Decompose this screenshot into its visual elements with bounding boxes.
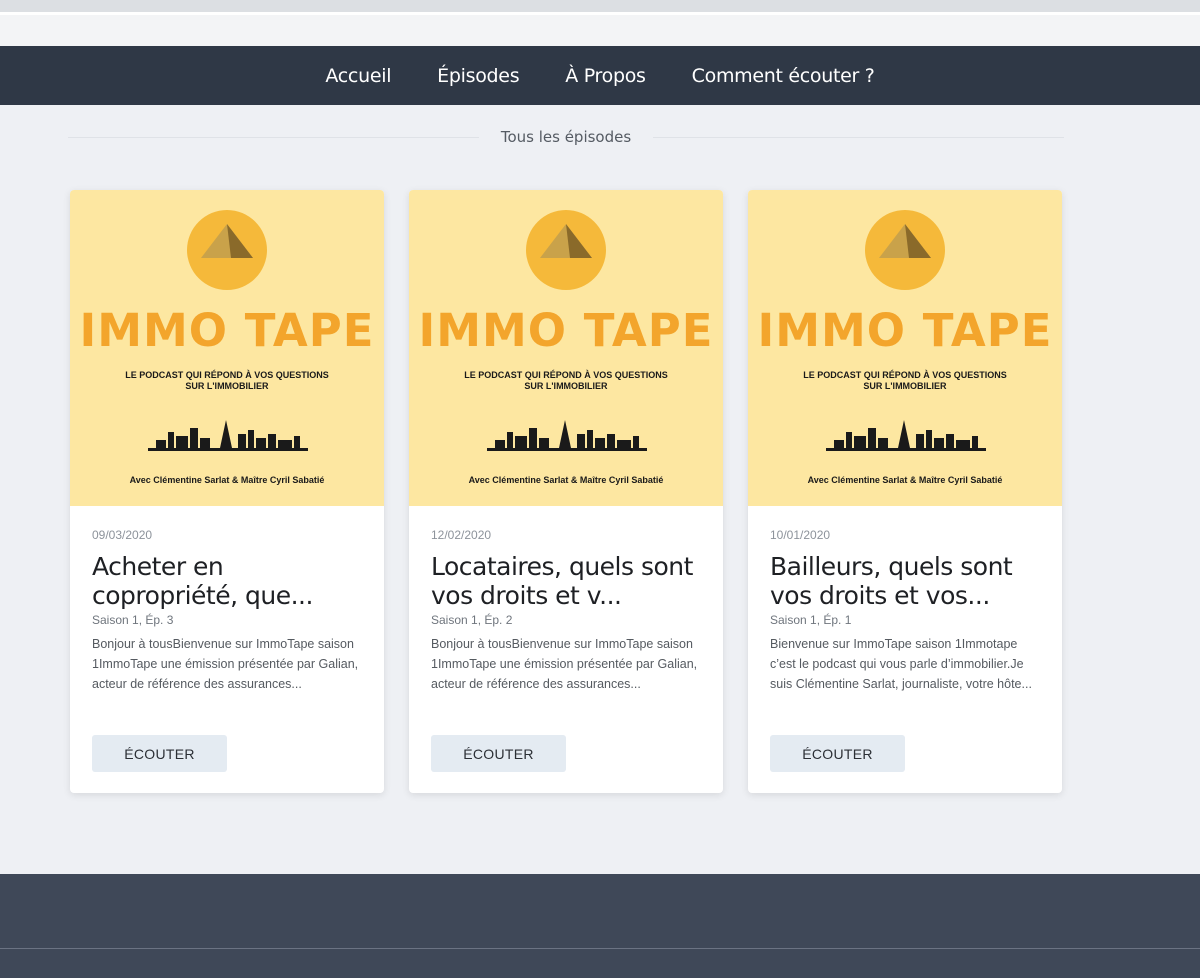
browser-top-strip bbox=[0, 0, 1200, 12]
cover-tagline: LE PODCAST QUI RÉPOND À VOS QUESTIONS SU… bbox=[464, 370, 668, 391]
episode-description: Bonjour à tousBienvenue sur ImmoTape sai… bbox=[92, 637, 359, 691]
brand-title: IMMO TAPE bbox=[418, 304, 714, 357]
episode-description: Bienvenue sur ImmoTape saison 1Immotape … bbox=[770, 637, 1032, 691]
episode-list: IMMO TAPE LE PODCAST QUI RÉPOND À VOS QU… bbox=[70, 190, 1087, 793]
episode-card-body: 12/02/2020 Locataires, quels sont vos dr… bbox=[409, 506, 723, 694]
episode-title[interactable]: Acheter en copropriété, que... bbox=[92, 552, 363, 610]
top-bar bbox=[0, 12, 1200, 46]
listen-button[interactable]: ÉCOUTER bbox=[92, 735, 227, 772]
cover-tagline: LE PODCAST QUI RÉPOND À VOS QUESTIONS SU… bbox=[125, 370, 329, 391]
cover-hosts: Avec Clémentine Sarlat & Maître Cyril Sa… bbox=[807, 475, 1003, 485]
episode-description: Bonjour à tousBienvenue sur ImmoTape sai… bbox=[431, 637, 698, 691]
episode-cover-image[interactable]: IMMO TAPE LE PODCAST QUI RÉPOND À VOS QU… bbox=[748, 190, 1062, 506]
episode-title[interactable]: Bailleurs, quels sont vos droits et vos.… bbox=[770, 552, 1041, 610]
episode-card[interactable]: IMMO TAPE LE PODCAST QUI RÉPOND À VOS QU… bbox=[748, 190, 1062, 793]
paris-skyline-icon bbox=[487, 420, 647, 451]
episode-cover-image[interactable]: IMMO TAPE LE PODCAST QUI RÉPOND À VOS QU… bbox=[409, 190, 723, 506]
divider-left bbox=[68, 136, 479, 138]
divider-right bbox=[653, 136, 1064, 138]
section-header: Tous les épisodes bbox=[68, 126, 1064, 148]
episode-card[interactable]: IMMO TAPE LE PODCAST QUI RÉPOND À VOS QU… bbox=[70, 190, 384, 793]
episode-meta: Saison 1, Ép. 2 bbox=[431, 613, 513, 627]
listen-button[interactable]: ÉCOUTER bbox=[431, 735, 566, 772]
pyramid-logo-icon bbox=[865, 210, 945, 290]
listen-button[interactable]: ÉCOUTER bbox=[770, 735, 905, 772]
episode-date: 09/03/2020 bbox=[92, 528, 153, 542]
brand-title: IMMO TAPE bbox=[757, 304, 1053, 357]
pyramid-logo-icon bbox=[526, 210, 606, 290]
main-navbar: Accueil Épisodes À Propos Comment écoute… bbox=[0, 46, 1200, 105]
pyramid-logo-icon bbox=[187, 210, 267, 290]
brand-title: IMMO TAPE bbox=[79, 304, 375, 357]
cover-hosts: Avec Clémentine Sarlat & Maître Cyril Sa… bbox=[468, 475, 664, 485]
section-title: Tous les épisodes bbox=[500, 128, 632, 146]
nav-comment-ecouter[interactable]: Comment écouter ? bbox=[692, 65, 875, 87]
page-footer bbox=[0, 874, 1200, 978]
episode-title[interactable]: Locataires, quels sont vos droits et v..… bbox=[431, 552, 702, 610]
episode-date: 10/01/2020 bbox=[770, 528, 831, 542]
cover-hosts: Avec Clémentine Sarlat & Maître Cyril Sa… bbox=[129, 475, 325, 485]
episode-date: 12/02/2020 bbox=[431, 528, 492, 542]
episode-cover-image[interactable]: IMMO TAPE LE PODCAST QUI RÉPOND À VOS QU… bbox=[70, 190, 384, 506]
episode-meta: Saison 1, Ép. 3 bbox=[92, 613, 174, 627]
paris-skyline-icon bbox=[826, 420, 986, 451]
episode-card-body: 10/01/2020 Bailleurs, quels sont vos dro… bbox=[748, 506, 1062, 694]
cover-tagline: LE PODCAST QUI RÉPOND À VOS QUESTIONS SU… bbox=[803, 370, 1007, 391]
episode-meta: Saison 1, Ép. 1 bbox=[770, 613, 852, 627]
episode-card-body: 09/03/2020 Acheter en copropriété, que..… bbox=[70, 506, 384, 694]
episode-card[interactable]: IMMO TAPE LE PODCAST QUI RÉPOND À VOS QU… bbox=[409, 190, 723, 793]
nav-a-propos[interactable]: À Propos bbox=[565, 65, 646, 87]
nav-accueil[interactable]: Accueil bbox=[325, 65, 391, 87]
paris-skyline-icon bbox=[148, 420, 308, 451]
nav-episodes[interactable]: Épisodes bbox=[437, 65, 519, 87]
footer-divider bbox=[0, 948, 1200, 949]
